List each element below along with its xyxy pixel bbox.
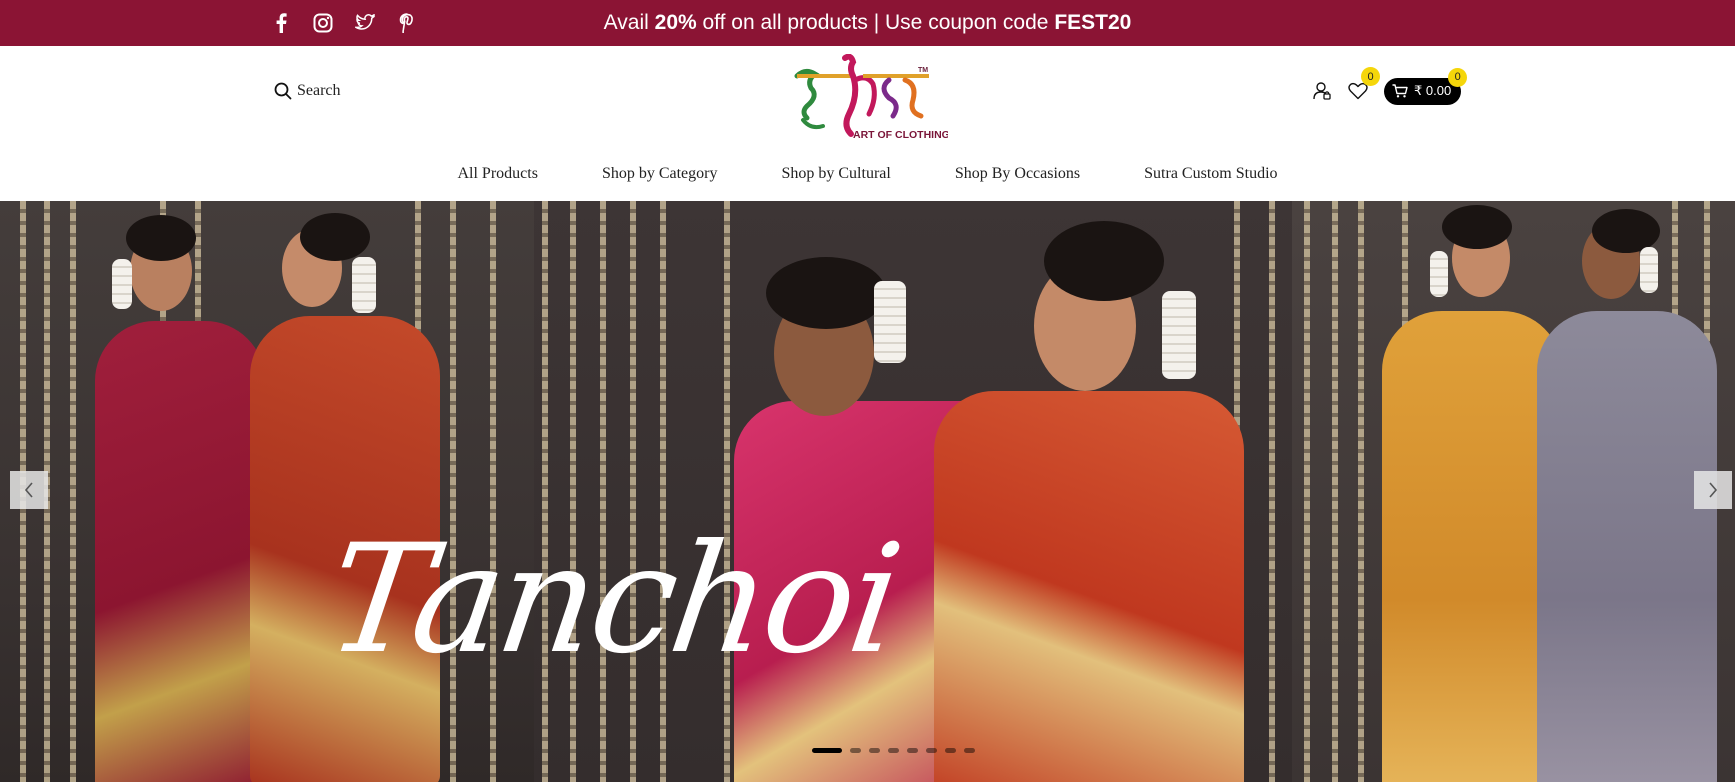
cart-icon [1392,84,1408,98]
carousel-dot[interactable] [888,748,899,753]
cart-count-badge: 0 [1448,67,1468,87]
carousel-dot[interactable] [926,748,937,753]
search-icon [274,82,292,100]
carousel-dot[interactable] [869,748,880,753]
hero-image-left [0,201,534,782]
hero-carousel: Tanchoi [0,201,1735,782]
carousel-pagination [812,748,975,753]
logo-tagline: ART OF CLOTHING [853,129,948,141]
user-icon [1313,82,1331,100]
logo-tm: TM [918,67,928,74]
cart-button[interactable]: ₹ 0.00 0 [1384,67,1468,105]
promo-bar: Avail 20% off on all products | Use coup… [0,0,1735,46]
carousel-dot[interactable] [850,748,861,753]
hero-title: Tanchoi [317,513,908,687]
wishlist-button[interactable]: 0 [1344,67,1380,105]
header-actions: 0 ₹ 0.00 0 [1308,67,1468,106]
search-label: Search [297,82,341,99]
carousel-dot[interactable] [812,748,842,753]
carousel-prev-button[interactable] [10,471,48,509]
nav-shop-by-cultural[interactable]: Shop by Cultural [781,165,890,183]
main-nav: All Products Shop by Category Shop by Cu… [0,165,1735,183]
nav-sutra-custom-studio[interactable]: Sutra Custom Studio [1144,165,1277,183]
hero-image-middle [534,201,1292,782]
promo-text: Avail 20% off on all products | Use coup… [0,0,1735,46]
carousel-dot[interactable] [907,748,918,753]
promo-prefix: Avail [603,11,655,34]
promo-code: FEST20 [1054,11,1132,34]
chevron-right-icon [1709,482,1718,498]
cart-total: ₹ 0.00 [1414,83,1452,98]
hero-image-right [1292,201,1735,782]
promo-discount: 20% [654,11,697,34]
carousel-next-button[interactable] [1694,471,1732,509]
site-header: Search TM ART OF CLOTHING 0 ₹ 0.00 0 All… [0,46,1735,201]
account-button[interactable] [1308,77,1336,105]
nav-shop-by-occasions[interactable]: Shop By Occasions [955,165,1080,183]
chevron-left-icon [24,482,33,498]
nav-all-products[interactable]: All Products [457,165,537,183]
carousel-dot[interactable] [945,748,956,753]
nav-shop-by-category[interactable]: Shop by Category [602,165,718,183]
carousel-dot[interactable] [964,748,975,753]
promo-middle: off on all products | Use coupon code [696,11,1055,34]
wishlist-count-badge: 0 [1361,67,1380,86]
brand-logo[interactable]: TM ART OF CLOTHING [793,54,948,144]
search-button[interactable]: Search [274,82,341,100]
